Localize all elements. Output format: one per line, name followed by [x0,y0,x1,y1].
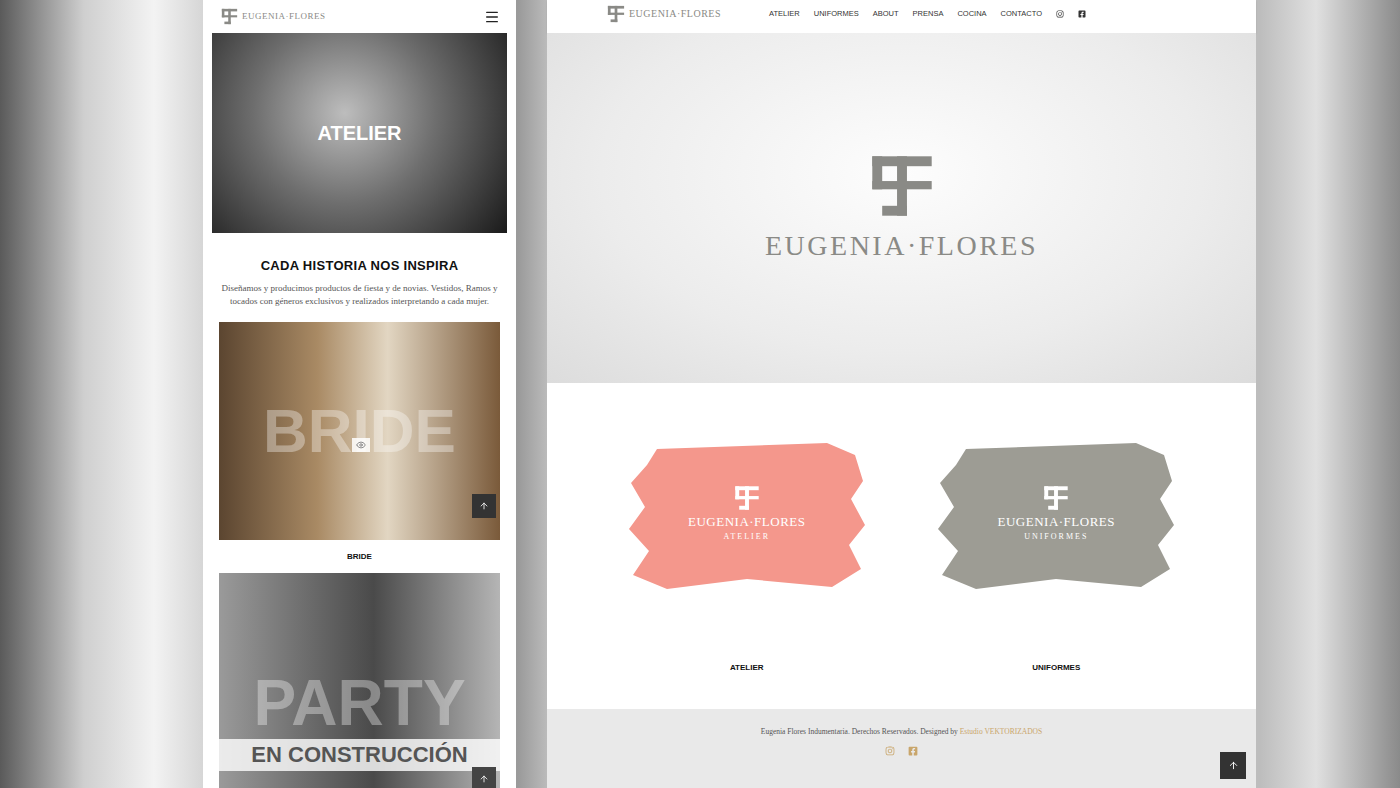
division-label: ATELIER [730,663,764,672]
facebook-icon[interactable] [908,746,918,756]
brand-name: EUGENIA·FLORES [242,11,326,22]
logo-monogram-icon [221,8,238,25]
arrow-up-icon [479,774,489,784]
hero-brand: EUGENIA·FLORES [765,229,1038,263]
division-brand: EUGENIA·FLORES [688,514,806,530]
nav-link[interactable]: UNIFORMES [814,9,859,18]
logo-monogram-icon [607,5,625,23]
nav-link[interactable]: PRENSA [913,9,944,18]
arrow-up-icon [479,501,489,511]
collection-card[interactable]: BRIDE [219,322,500,540]
intro-heading: CADA HISTORIA NOS INSPIRA [261,258,459,273]
division-sub: UNIFORMES [1024,532,1088,541]
instagram-icon[interactable] [885,746,895,756]
division-brand: EUGENIA·FLORES [998,514,1116,530]
construction-banner: EN CONSTRUCCIÓN [219,739,500,771]
mobile-header: EUGENIA·FLORES [203,0,516,33]
division-brush: EUGENIA·FLORES UNIFORMES [936,441,1176,591]
mobile-logo[interactable]: EUGENIA·FLORES [221,8,326,25]
division-logo: EUGENIA·FLORES ATELIER [627,441,867,591]
division-card[interactable]: EUGENIA·FLORES UNIFORMES UNIFORMES [902,441,1212,709]
intro-text: Diseñamos y producimos productos de fies… [221,282,498,308]
menu-icon[interactable] [484,9,500,25]
desktop-mockup: EUGENIA·FLORES ATELIER UNIFORMES ABOUT PRENS… [547,0,1256,788]
facebook-icon[interactable] [1078,10,1086,18]
intro-section: CADA HISTORIA NOS INSPIRA Diseñamos y pro… [203,233,516,322]
top-nav: EUGENIA·FLORES ATELIER UNIFORMES ABOUT PRENS… [547,0,1256,33]
card-label: BRIDE [203,540,516,573]
hero-title: ATELIER [317,122,401,145]
nav-link[interactable]: COCINA [957,9,986,18]
card-watermark: PARTY [219,671,500,735]
division-card[interactable]: EUGENIA·FLORES ATELIER ATELIER [592,441,902,709]
logo-monogram-icon [734,485,760,511]
mobile-mockup: EUGENIA·FLORES ATELIER CADA HISTORIA NOS I… [203,0,516,788]
nav-link[interactable]: ATELIER [769,9,800,18]
logo-monogram-icon [869,153,935,219]
division-sub: ATELIER [724,532,770,541]
eye-icon [356,440,366,450]
arrow-up-icon [1228,760,1239,771]
logo-monogram-icon [1043,485,1069,511]
nav-link[interactable]: ABOUT [873,9,899,18]
footer-text: Eugenia Flores Indumentaria. Derechos Re… [761,727,1042,736]
hero-banner: EUGENIA·FLORES [547,33,1256,383]
scroll-top-button[interactable] [1220,752,1246,779]
nav-link[interactable]: CONTACTO [1001,9,1042,18]
view-badge[interactable] [352,438,370,452]
collection-card[interactable]: PARTY EN CONSTRUCCIÓN [219,573,500,788]
footer: Eugenia Flores Indumentaria. Derechos Re… [547,709,1256,788]
card-watermark: BRIDE [219,400,500,462]
designer-link[interactable]: Estudio VEKTORIZADOS [960,727,1042,736]
division-label: UNIFORMES [1032,663,1080,672]
division-brush: EUGENIA·FLORES ATELIER [627,441,867,591]
footer-social [885,746,918,756]
atelier-hero[interactable]: ATELIER [212,33,507,233]
instagram-icon[interactable] [1056,10,1064,18]
scroll-top-button[interactable] [472,767,496,788]
nav-links: ATELIER UNIFORMES ABOUT PRENSA COCINA CONTACT… [769,9,1086,18]
desktop-logo[interactable]: EUGENIA·FLORES [607,5,721,23]
scroll-top-button[interactable] [472,494,496,518]
division-logo: EUGENIA·FLORES UNIFORMES [936,441,1176,591]
divisions: EUGENIA·FLORESATELIERATELIEREUGENIA·FLOR… [547,383,1256,709]
presentation-stage: EUGENIA·FLORES ATELIER CADA HISTORIA NOS I… [0,0,1400,788]
brand-name: EUGENIA·FLORES [629,8,721,20]
